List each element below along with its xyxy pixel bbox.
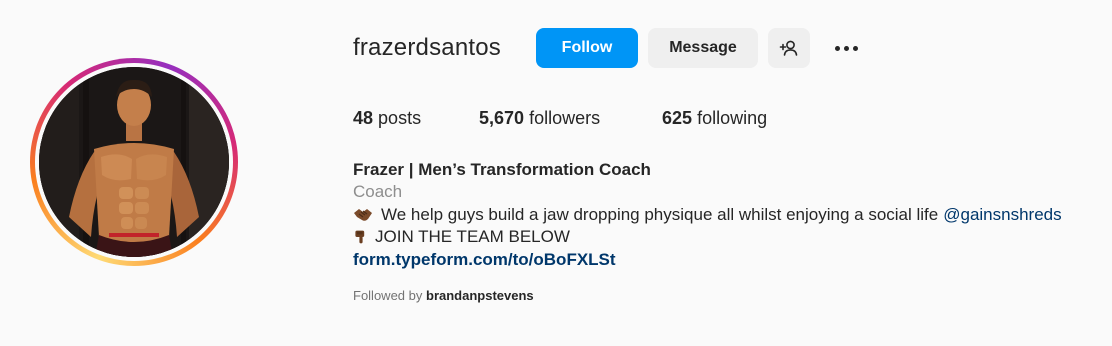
posts-label: posts [378, 108, 422, 128]
pointing-down-emoji [355, 230, 365, 244]
more-dot [852, 45, 858, 51]
followers-stat[interactable]: 5,670 followers [479, 108, 600, 129]
more-dot [843, 45, 849, 51]
follow-button[interactable]: Follow [536, 28, 638, 68]
more-options-icon[interactable] [830, 36, 862, 60]
avatar-gap [35, 63, 233, 261]
username: frazerdsantos [353, 34, 502, 61]
following-stat[interactable]: 625 following [662, 108, 767, 129]
posts-count: 48 [353, 108, 374, 128]
followed-by[interactable]: Followed by brandanpstevens [353, 288, 534, 303]
person-plus-icon [779, 40, 798, 56]
bio-line-1: We help guys build a jaw dropping physiq… [353, 205, 1062, 225]
category-label: Coach [353, 182, 403, 201]
full-name: Frazer | Men’s Transformation Coach [353, 160, 651, 179]
avatar[interactable] [39, 67, 229, 257]
external-link[interactable]: form.typeform.com/to/oBoFXLSt [353, 250, 616, 270]
message-button[interactable]: Message [648, 28, 758, 68]
handshake-emoji [354, 209, 372, 221]
bio-text: JOIN THE TEAM BELOW [375, 227, 570, 246]
bio-text: We help guys build a jaw dropping physiq… [381, 205, 939, 224]
followed-by-prefix: Followed by [353, 288, 423, 303]
suggest-similar-button[interactable] [768, 28, 810, 68]
mention-link[interactable]: @gainsnshreds [943, 205, 1061, 225]
bio-line-2: JOIN THE TEAM BELOW [353, 227, 570, 247]
more-dot [834, 45, 840, 51]
posts-stat: 48 posts [353, 108, 421, 129]
followers-label: followers [529, 108, 601, 128]
following-label: following [697, 108, 768, 128]
story-ring[interactable] [30, 58, 238, 266]
followed-by-user[interactable]: brandanpstevens [426, 288, 534, 303]
followers-count: 5,670 [479, 108, 525, 128]
following-count: 625 [662, 108, 693, 128]
avatar-image [39, 67, 229, 257]
